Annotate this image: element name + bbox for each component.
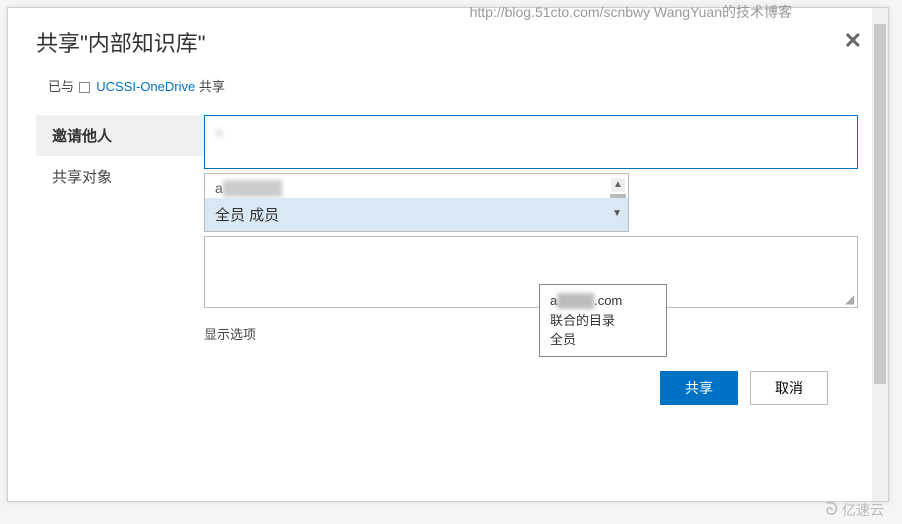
suggestion-selected-label: 全员 成员 (215, 207, 279, 224)
message-textarea[interactable]: ◢ (204, 236, 858, 308)
sidebar-item-invite[interactable]: 邀请他人 (36, 115, 204, 156)
suggestion-text-visible: a (215, 180, 223, 196)
shared-suffix: 共享 (199, 79, 225, 94)
tooltip-line3: 全员 (550, 330, 656, 350)
main-panel: a a██████ ▲ 全员 成员 ▼ ◢ 显示选项 (204, 115, 888, 425)
cloud-icon: ᘐ (825, 499, 838, 520)
watermark-logo-text: 亿速云 (842, 500, 884, 520)
dropdown-scroll-up-icon[interactable]: ▲ (611, 178, 625, 192)
tooltip-line1: a████.com (550, 291, 656, 311)
cancel-button[interactable]: 取消 (750, 371, 828, 405)
shared-with-line: 已与 UCSSI-OneDrive 共享 (8, 68, 888, 103)
watermark-top: http://blog.51cto.com/scnbwy WangYuan的技术… (470, 2, 792, 22)
watermark-logo: ᘐ 亿速云 (825, 499, 884, 520)
close-icon[interactable]: ✕ (844, 30, 862, 52)
share-dialog: 共享"内部知识库" ✕ 已与 UCSSI-OneDrive 共享 邀请他人 共享… (7, 7, 889, 502)
people-picker-input[interactable]: a (204, 115, 858, 169)
dialog-footer: 共享 取消 (204, 343, 858, 425)
show-options-link[interactable]: 显示选项 (204, 324, 858, 343)
shared-prefix: 已与 (48, 79, 74, 94)
sidebar-item-shared-with[interactable]: 共享对象 (36, 156, 204, 197)
suggestion-row-1[interactable]: a██████ ▲ (205, 174, 628, 198)
shared-entity-link[interactable]: UCSSI-OneDrive (96, 79, 195, 94)
chevron-down-icon[interactable]: ▼ (612, 208, 622, 219)
share-button[interactable]: 共享 (660, 371, 738, 405)
people-suggestion-dropdown: a██████ ▲ 全员 成员 ▼ (204, 173, 629, 232)
dialog-title: 共享"内部知识库" (36, 26, 860, 58)
sidebar: 邀请他人 共享对象 (8, 115, 204, 425)
resize-grip-icon[interactable]: ◢ (845, 295, 855, 305)
people-input-text: a (215, 124, 223, 140)
shared-checkbox[interactable] (79, 82, 90, 93)
tooltip-line2: 联合的目录 (550, 311, 656, 331)
suggestion-tooltip: a████.com 联合的目录 全员 (539, 284, 667, 357)
suggestion-row-selected[interactable]: 全员 成员 ▼ (205, 198, 628, 231)
